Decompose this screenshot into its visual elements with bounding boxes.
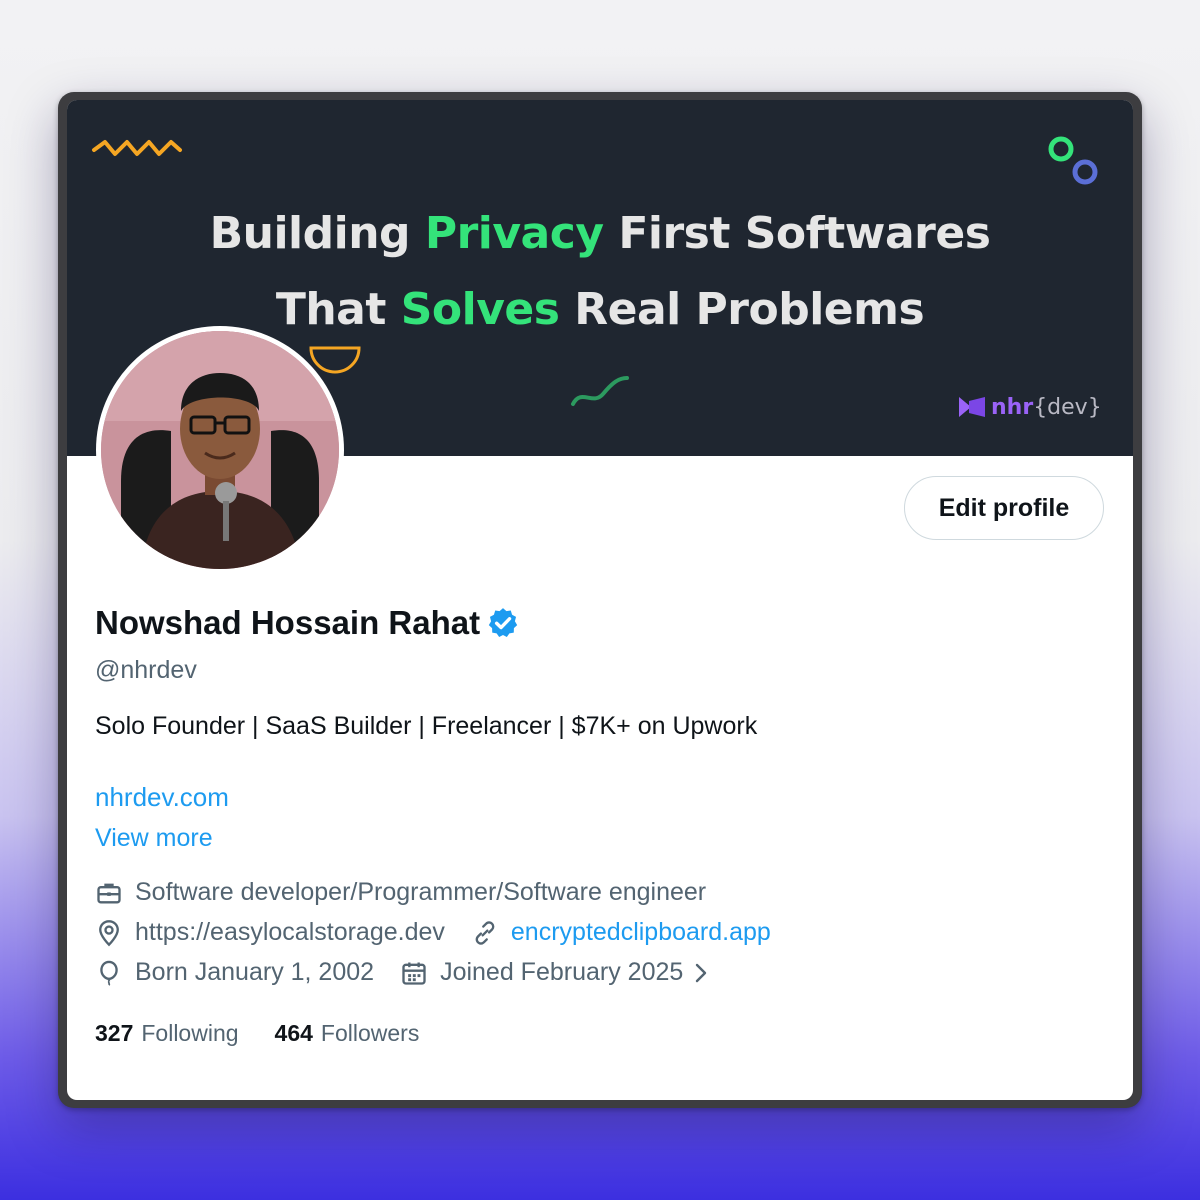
link-icon: [475, 920, 495, 945]
profile-photo-icon: [101, 331, 339, 569]
external-link[interactable]: encryptedclipboard.app: [511, 918, 771, 947]
brand-mark-icon: [959, 397, 985, 417]
name-row: Nowshad Hossain Rahat: [95, 604, 520, 642]
user-handle: @nhrdev: [95, 656, 197, 684]
website-link[interactable]: nhrdev.com: [95, 782, 229, 813]
balloon-icon: [100, 960, 118, 986]
half-circle-decoration-icon: [309, 346, 361, 374]
banner-text: Building: [209, 208, 425, 259]
follow-stats: 327 Following 464 Followers: [95, 1020, 455, 1047]
following-label: Following: [141, 1020, 239, 1046]
profile-card: Building Privacy First Softwares That So…: [67, 100, 1133, 1100]
banner-text: First Softwares: [603, 208, 991, 259]
brand-logo: nhr {dev}: [957, 392, 1102, 422]
brand-name: nhr: [991, 394, 1034, 420]
avatar[interactable]: [96, 326, 344, 574]
display-name: Nowshad Hossain Rahat: [95, 604, 481, 641]
dates-row: Born January 1, 2002 Joined February 202…: [95, 958, 713, 987]
view-more-link[interactable]: View more: [95, 824, 213, 853]
verified-badge-icon[interactable]: [486, 606, 520, 640]
birth-date: Born January 1, 2002: [135, 958, 375, 986]
followers-label: Followers: [320, 1020, 420, 1046]
location-link-row: https://easylocalstorage.dev encryptedcl…: [95, 918, 771, 947]
followers-count: 464: [274, 1020, 313, 1046]
profession-row: Software developer/Programmer/Software e…: [95, 878, 706, 907]
location-pin-icon: [99, 919, 119, 946]
wave-decoration-icon: [571, 376, 629, 406]
following-count: 327: [95, 1020, 134, 1046]
location-text: https://easylocalstorage.dev: [135, 918, 445, 946]
banner-highlight: Privacy: [424, 208, 604, 259]
profession-text: Software developer/Programmer/Software e…: [135, 878, 707, 906]
banner-text: Real Problems: [559, 284, 925, 335]
banner-headline-line1: Building Privacy First Softwares: [67, 208, 1133, 259]
join-date[interactable]: Joined February 2025: [440, 958, 683, 987]
banner-highlight: Solves: [400, 284, 560, 335]
brand-suffix: {dev}: [1033, 394, 1102, 420]
calendar-icon: [402, 962, 426, 985]
squiggle-decoration-icon: [92, 140, 182, 156]
briefcase-icon: [97, 883, 121, 903]
banner-text: That: [275, 284, 401, 335]
followers-stat[interactable]: 464 Followers: [275, 1020, 420, 1047]
avatar-photo: [101, 331, 339, 569]
rings-decoration-icon: [1048, 136, 1098, 185]
chevron-right-icon[interactable]: [689, 959, 713, 987]
edit-profile-button[interactable]: Edit profile: [904, 476, 1104, 540]
bio-text: Solo Founder | SaaS Builder | Freelancer…: [95, 712, 758, 740]
following-stat[interactable]: 327 Following: [95, 1020, 239, 1047]
